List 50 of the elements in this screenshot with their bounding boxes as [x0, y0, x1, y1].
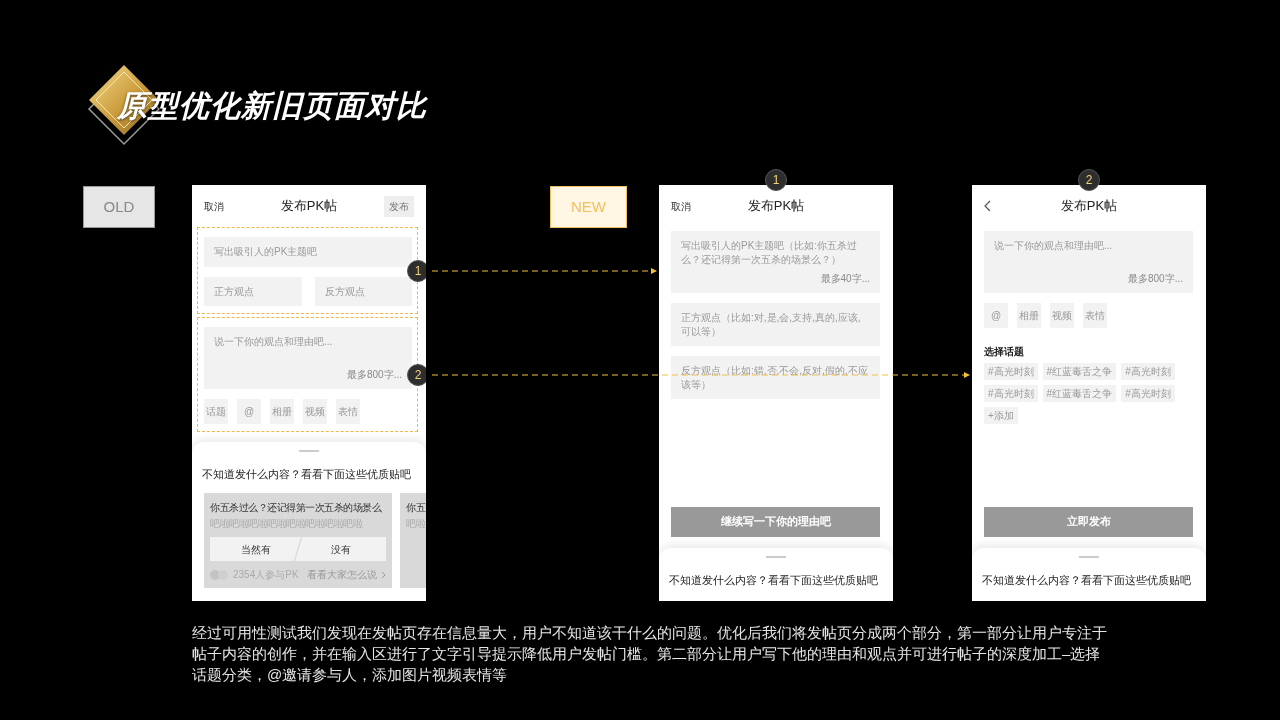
- input-field[interactable]: 正方观点（比如:对,是,会,支持,真的,应该,可以等）: [671, 303, 880, 346]
- drag-handle: [1079, 555, 1099, 558]
- sheet-heading: 不知道发什么内容？看看下面这些优质贴吧: [201, 466, 412, 482]
- screen-title: 发布PK帖: [747, 197, 805, 216]
- card-title: 你五: [406, 501, 426, 515]
- input-field[interactable]: 写出吸引人的PK主题吧: [204, 237, 412, 267]
- tool-button[interactable]: 相册: [1017, 303, 1041, 328]
- char-counter: 最多800字...: [1126, 271, 1183, 285]
- screen-title: 发布PK帖: [1060, 197, 1118, 216]
- topic-tag[interactable]: +添加: [984, 407, 1018, 424]
- cancel-link[interactable]: 取消: [671, 198, 691, 214]
- char-counter: 最多800字...: [345, 367, 402, 381]
- sheet-heading: 不知道发什么内容？看看下面这些优质贴吧: [668, 572, 879, 588]
- input-field[interactable]: 反方观点: [314, 276, 412, 306]
- topic-tag[interactable]: #高光时刻: [1121, 363, 1175, 380]
- back-icon[interactable]: [984, 200, 991, 212]
- tool-button[interactable]: 视频: [1050, 303, 1074, 328]
- topic-tag[interactable]: #高光时刻: [984, 363, 1038, 380]
- card-title: 你五杀过么？还记得第一次五杀的场景么: [210, 501, 383, 515]
- tool-button[interactable]: @: [237, 399, 261, 424]
- cancel-link[interactable]: 取消: [204, 198, 224, 214]
- tool-button[interactable]: @: [984, 303, 1008, 328]
- tool-button[interactable]: 表情: [1083, 303, 1107, 328]
- drag-handle: [299, 449, 319, 452]
- topic-tag[interactable]: #高光时刻: [1121, 385, 1175, 402]
- tool-button[interactable]: 话题: [204, 399, 228, 424]
- description-paragraph: 经过可用性测试我们发现在发帖页存在信息量大，用户不知道该干什么的问题。优化后我们将发帖页分成两个部分，第一部分让用户专注于帖子内容的创作，并在输入区进行了文字引导提示降低用户发帖门槛。第二部分让用户写下他的理由和观点并可进行帖子的深度加工–选择话题分类，@邀请参与人，添加图片视频表情等: [192, 623, 1108, 685]
- submit-button[interactable]: 继续写一下你的理由吧: [671, 506, 880, 537]
- input-field[interactable]: 正方观点: [204, 276, 302, 306]
- option-button[interactable]: 没有: [295, 537, 386, 561]
- step-badge: 1: [765, 169, 787, 191]
- topic-tag[interactable]: #红蓝毒舌之争: [1042, 363, 1117, 380]
- drag-handle: [766, 555, 786, 558]
- input-field[interactable]: 反方观点（比如:错,否,不会,反对,假的,不应该等）: [671, 356, 880, 399]
- tool-button[interactable]: 相册: [270, 399, 294, 424]
- chevron-right-icon: [381, 570, 386, 579]
- tool-button[interactable]: 表情: [336, 399, 360, 424]
- publish-button[interactable]: 发布: [384, 195, 414, 217]
- topic-tag[interactable]: #红蓝毒舌之争: [1042, 385, 1117, 402]
- sheet-heading: 不知道发什么内容？看看下面这些优质贴吧: [981, 572, 1192, 588]
- option-button[interactable]: 当然有: [210, 537, 301, 561]
- step-badge: 2: [1078, 169, 1100, 191]
- version-label: OLD: [83, 186, 155, 228]
- section-heading: 选择话题: [984, 345, 1025, 359]
- char-counter: 最多40字...: [819, 271, 870, 285]
- tool-button[interactable]: 视频: [303, 399, 327, 424]
- version-label: NEW: [550, 186, 627, 228]
- submit-button[interactable]: 立即发布: [984, 506, 1193, 537]
- topic-tag[interactable]: #高光时刻: [984, 385, 1038, 402]
- screen-title: 发布PK帖: [280, 197, 338, 216]
